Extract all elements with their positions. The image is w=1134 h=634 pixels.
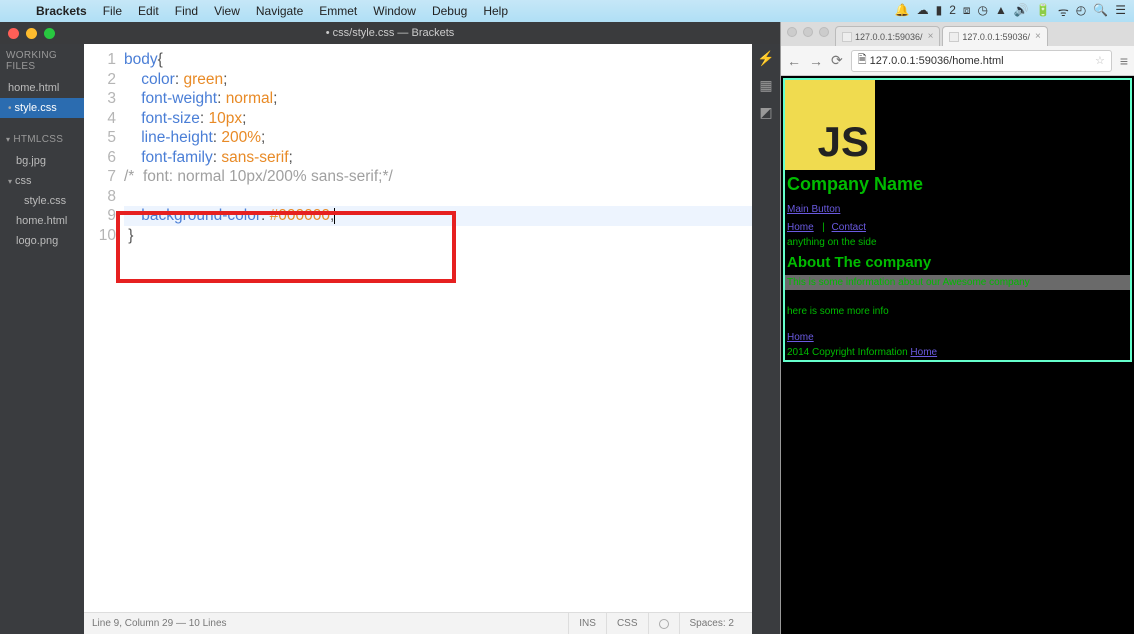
reload-button[interactable]: ⟳ xyxy=(831,52,843,69)
chrome-window-controls xyxy=(787,27,835,41)
chrome-toolbar: ← → ⟳ 🗎 127.0.0.1:59036/home.html ☆ ≡ xyxy=(781,46,1134,76)
menu-help[interactable]: Help xyxy=(475,4,516,18)
brackets-titlebar: • css/style.css — Brackets xyxy=(0,22,780,44)
page-viewport[interactable]: JS Company Name Main Button Home | Conta… xyxy=(781,76,1134,634)
adobe-icon[interactable]: ▮ xyxy=(936,3,943,20)
working-file[interactable]: home.html xyxy=(0,78,84,98)
bell-icon[interactable]: 🔔 xyxy=(895,3,910,20)
about-paragraph-2: here is some more info xyxy=(785,304,1130,319)
line-gutter: 12345678910 xyxy=(84,44,124,612)
split-icon[interactable]: ◩ xyxy=(759,104,772,121)
working-files-header: Working Files xyxy=(0,44,84,78)
url-text: 127.0.0.1:59036/home.html xyxy=(870,55,1004,67)
tree-item[interactable]: home.html xyxy=(0,211,84,231)
list-icon[interactable]: ☰ xyxy=(1115,3,1126,20)
js-logo: JS xyxy=(785,80,875,170)
chrome-tabs-bar: 127.0.0.1:59036/×127.0.0.1:59036/× xyxy=(781,22,1134,46)
page-body: JS Company Name Main Button Home | Conta… xyxy=(783,78,1132,362)
minimize-button[interactable] xyxy=(26,28,37,39)
num-icon[interactable]: 2 xyxy=(949,3,956,20)
close-tab-icon[interactable]: × xyxy=(928,31,934,42)
cursor-position: Line 9, Column 29 — 10 Lines xyxy=(92,618,227,629)
extension-icon[interactable]: ▦ xyxy=(759,77,772,94)
contact-link[interactable]: Contact xyxy=(830,220,868,235)
favicon xyxy=(842,32,852,42)
chrome-window: 127.0.0.1:59036/×127.0.0.1:59036/× ← → ⟳… xyxy=(780,22,1134,634)
back-button[interactable]: ← xyxy=(787,53,801,69)
project-header[interactable]: htmlcss xyxy=(0,128,84,151)
chrome-close-button[interactable] xyxy=(787,27,797,37)
clock-icon[interactable]: ◴ xyxy=(1076,3,1086,20)
tree-item[interactable]: logo.png xyxy=(0,231,84,251)
menu-debug[interactable]: Debug xyxy=(424,4,475,18)
tree-item[interactable]: style.css xyxy=(0,191,84,211)
code-content[interactable]: body{ color: green; font-weight: normal;… xyxy=(124,44,752,612)
dropbox-icon[interactable]: ⧈ xyxy=(963,3,971,20)
main-button-link[interactable]: Main Button xyxy=(785,202,842,217)
search-icon[interactable]: 🔍 xyxy=(1093,3,1108,20)
chrome-zoom-button[interactable] xyxy=(819,27,829,37)
menu-file[interactable]: File xyxy=(95,4,130,18)
home-link-2[interactable]: Home xyxy=(785,330,816,345)
about-heading: About The company xyxy=(785,250,1130,275)
menu-view[interactable]: View xyxy=(206,4,248,18)
app-name[interactable]: Brackets xyxy=(28,4,95,18)
aside-text: anything on the side xyxy=(785,235,1130,250)
close-tab-icon[interactable]: × xyxy=(1035,31,1041,42)
close-button[interactable] xyxy=(8,28,19,39)
code-editor[interactable]: 12345678910 body{ color: green; font-wei… xyxy=(84,44,752,612)
browser-tab[interactable]: 127.0.0.1:59036/× xyxy=(835,26,940,46)
status-circle-icon[interactable] xyxy=(659,619,669,629)
zoom-button[interactable] xyxy=(44,28,55,39)
wifi-icon[interactable]: ᯤ xyxy=(1058,3,1069,20)
battery-icon[interactable]: 🔋 xyxy=(1036,3,1051,20)
volume-icon[interactable]: 🔊 xyxy=(1014,3,1029,20)
menu-edit[interactable]: Edit xyxy=(130,4,167,18)
brackets-window: • css/style.css — Brackets Working Files… xyxy=(0,22,780,634)
chrome-menu-icon[interactable]: ≡ xyxy=(1120,53,1128,69)
page-icon: 🗎 xyxy=(858,51,867,70)
nav-separator: | xyxy=(820,220,829,235)
home-link[interactable]: Home xyxy=(785,220,816,235)
menu-navigate[interactable]: Navigate xyxy=(248,4,311,18)
brackets-sidebar: Working Files home.htmlstyle.css htmlcss… xyxy=(0,44,84,634)
browser-tab[interactable]: 127.0.0.1:59036/× xyxy=(942,26,1047,46)
forward-button[interactable]: → xyxy=(809,53,823,69)
chrome-minimize-button[interactable] xyxy=(803,27,813,37)
window-controls xyxy=(0,28,55,39)
indent-mode[interactable]: Spaces: 2 xyxy=(679,613,744,634)
favicon xyxy=(949,32,959,42)
timer-icon[interactable]: ◷ xyxy=(978,3,988,20)
footer-text: 2014 Copyright Information Home xyxy=(785,345,1130,360)
footer-home-link[interactable]: Home xyxy=(910,347,937,358)
window-title: • css/style.css — Brackets xyxy=(326,27,455,39)
editor-area: 12345678910 body{ color: green; font-wei… xyxy=(84,44,752,634)
macos-menubar: Brackets FileEditFindViewNavigateEmmetWi… xyxy=(0,0,1134,22)
menu-emmet[interactable]: Emmet xyxy=(311,4,365,18)
address-bar[interactable]: 🗎 127.0.0.1:59036/home.html ☆ xyxy=(851,50,1112,72)
live-preview-icon[interactable]: ⚡ xyxy=(757,50,774,67)
about-paragraph-1: This is some information about our Aweso… xyxy=(785,275,1130,290)
menu-window[interactable]: Window xyxy=(365,4,424,18)
tree-item[interactable]: css xyxy=(0,171,84,191)
page-title: Company Name xyxy=(785,170,1130,199)
language-mode[interactable]: CSS xyxy=(606,613,648,634)
working-file[interactable]: style.css xyxy=(0,98,84,118)
tree-item[interactable]: bg.jpg xyxy=(0,151,84,171)
menu-find[interactable]: Find xyxy=(167,4,206,18)
cloud-icon[interactable]: ☁ xyxy=(917,3,929,20)
menubar-tray: 🔔 ☁ ▮ 2 ⧈ ◷ ▲ 🔊 🔋 ᯤ ◴ 🔍 ☰ xyxy=(895,3,1134,20)
drive-icon[interactable]: ▲ xyxy=(995,3,1007,20)
bookmark-icon[interactable]: ☆ xyxy=(1095,54,1105,67)
brackets-right-rail: ⚡ ▦ ◩ xyxy=(752,44,780,634)
status-bar: Line 9, Column 29 — 10 Lines INS CSS Spa… xyxy=(84,612,752,634)
insert-mode[interactable]: INS xyxy=(568,613,606,634)
